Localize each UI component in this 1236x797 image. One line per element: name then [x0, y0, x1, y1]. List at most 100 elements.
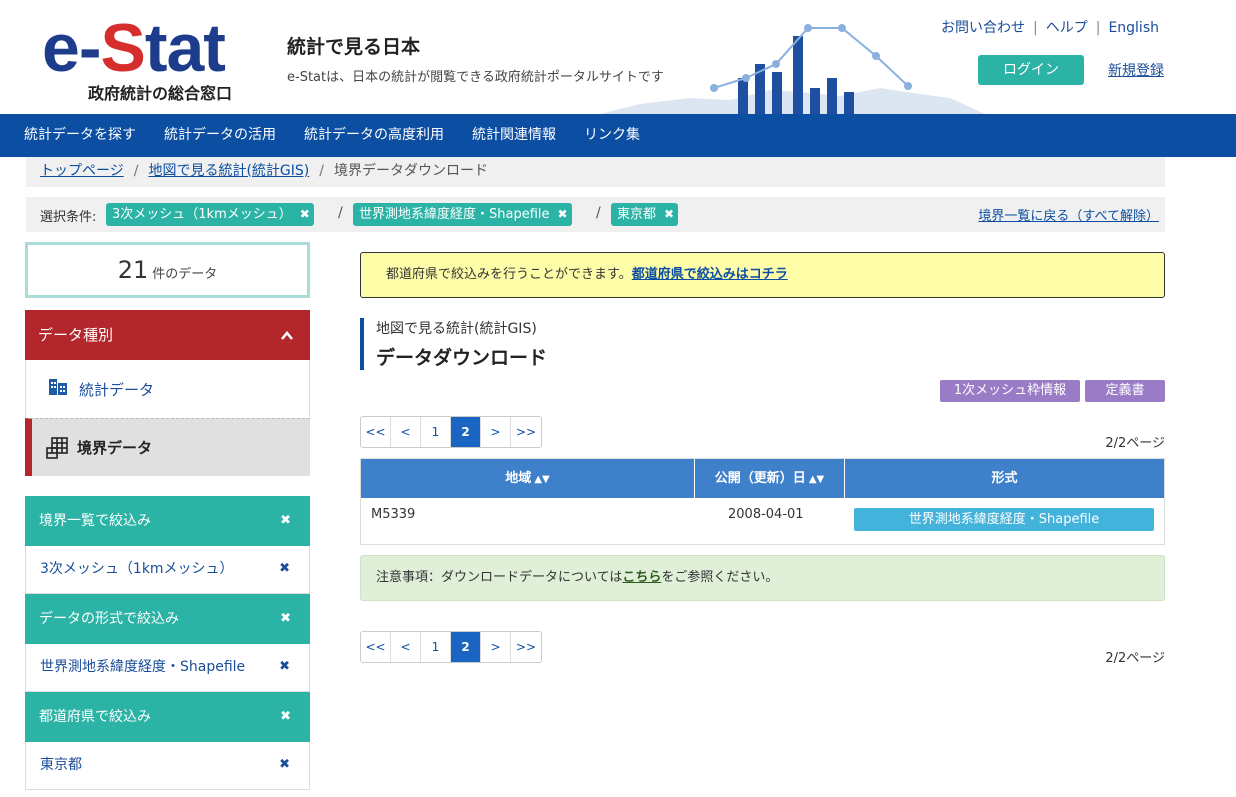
- caution-text: 注意事項：ダウンロードデータについては: [376, 570, 623, 585]
- filter-format-value[interactable]: 世界測地系緯度経度・Shapefile ✖: [25, 644, 310, 692]
- data-type-label: 境界データ: [77, 439, 153, 457]
- data-type-header[interactable]: データ種別: [25, 310, 310, 360]
- chip-label: 3次メッシュ（1kmメッシュ）: [112, 207, 292, 222]
- page-2[interactable]: 2: [451, 632, 481, 662]
- breadcrumb-separator: /: [133, 163, 139, 179]
- format-download-button[interactable]: 世界測地系緯度経度・Shapefile: [854, 508, 1154, 531]
- page-prev[interactable]: <: [391, 417, 421, 447]
- data-type-title: データ種別: [38, 326, 114, 344]
- site-title: 統計で見る日本: [287, 36, 421, 58]
- close-icon[interactable]: ✖: [300, 207, 310, 221]
- data-type-statistics[interactable]: 統計データ: [25, 360, 310, 417]
- cell-date: 2008-04-01: [728, 507, 804, 522]
- caution-text: をご参照ください。: [661, 570, 779, 585]
- pagination-top: << < 1 2 > >>: [360, 416, 542, 448]
- filter-title: データの形式で絞込み: [39, 611, 179, 627]
- nav-advanced-use[interactable]: 統計データの高度利用: [304, 114, 444, 157]
- separator: |: [1033, 20, 1038, 36]
- conditions-label: 選択条件:: [40, 210, 97, 225]
- pagination-bottom: << < 1 2 > >>: [360, 631, 542, 663]
- cell-region: M5339: [371, 507, 416, 522]
- data-type-boundary[interactable]: 境界データ: [25, 418, 310, 476]
- close-icon[interactable]: ✖: [279, 644, 290, 690]
- header-date[interactable]: 公開（更新）日 ▲▼: [695, 459, 845, 498]
- filter-boundary-header[interactable]: 境界一覧で絞込み ✖: [25, 496, 310, 546]
- english-link[interactable]: English: [1108, 20, 1159, 36]
- header-label: 形式: [991, 471, 1018, 486]
- page-first[interactable]: <<: [361, 417, 391, 447]
- page-next[interactable]: >: [481, 417, 511, 447]
- close-icon[interactable]: ✖: [279, 742, 290, 788]
- login-button[interactable]: ログイン: [978, 55, 1084, 85]
- header-label: 地域: [505, 471, 532, 486]
- page-1[interactable]: 1: [421, 632, 451, 662]
- back-to-list-link[interactable]: 境界一覧に戻る（すべて解除）: [978, 205, 1159, 224]
- register-link[interactable]: 新規登録: [1108, 60, 1164, 80]
- filter-title: 都道府県で絞込み: [39, 709, 151, 725]
- filter-value: 世界測地系緯度経度・Shapefile: [40, 659, 246, 675]
- logo-mark: e-Stat: [42, 10, 226, 86]
- breadcrumb-gis[interactable]: 地図で見る統計(統計GIS): [148, 163, 309, 179]
- caution-notice: 注意事項：ダウンロードデータについてはこちらをご参照ください。: [360, 555, 1165, 601]
- selected-conditions: 選択条件: 3次メッシュ（1kmメッシュ） ✖ / 世界測地系緯度経度・Shape…: [26, 197, 1165, 232]
- definition-tag[interactable]: 定義書: [1085, 380, 1165, 402]
- notice-link[interactable]: 都道府県で絞込みはコチラ: [632, 267, 788, 282]
- nav-related-info[interactable]: 統計関連情報: [472, 114, 556, 157]
- page-last[interactable]: >>: [511, 417, 541, 447]
- estat-logo[interactable]: e-Stat 政府統計の総合窓口: [42, 10, 242, 103]
- breadcrumb: トップページ / 地図で見る統計(統計GIS) / 境界データダウンロード: [26, 157, 1165, 187]
- header-format: 形式: [845, 459, 1164, 498]
- condition-chip-format[interactable]: 世界測地系緯度経度・Shapefile ✖: [353, 203, 572, 226]
- caution-link[interactable]: こちら: [622, 570, 661, 585]
- chip-label: 世界測地系緯度経度・Shapefile: [359, 207, 550, 222]
- nav-use-data[interactable]: 統計データの活用: [164, 114, 276, 157]
- close-icon[interactable]: ✖: [664, 207, 674, 221]
- condition-chip-prefecture[interactable]: 東京都 ✖: [611, 203, 679, 226]
- separator: |: [1095, 20, 1101, 36]
- page-2[interactable]: 2: [451, 417, 481, 447]
- close-icon[interactable]: ✖: [280, 496, 291, 546]
- filter-prefecture-header[interactable]: 都道府県で絞込み ✖: [25, 692, 310, 742]
- condition-chip-mesh[interactable]: 3次メッシュ（1kmメッシュ） ✖: [106, 203, 314, 226]
- main-nav: 統計データを探す 統計データの活用 統計データの高度利用 統計関連情報 リンク集: [0, 114, 1236, 157]
- nav-links[interactable]: リンク集: [584, 114, 640, 157]
- filter-format-header[interactable]: データの形式で絞込み ✖: [25, 594, 310, 644]
- page-next[interactable]: >: [481, 632, 511, 662]
- help-link[interactable]: ヘルプ: [1046, 20, 1088, 36]
- chip-label: 東京都: [617, 207, 657, 222]
- section-heading: 地図で見る統計(統計GIS) データダウンロード: [360, 318, 760, 370]
- sort-icon[interactable]: ▲▼: [809, 474, 824, 485]
- filter-boundary-value[interactable]: 3次メッシュ（1kmメッシュ） ✖: [25, 546, 310, 594]
- page-first[interactable]: <<: [361, 632, 391, 662]
- breadcrumb-separator: /: [319, 163, 324, 179]
- contact-link[interactable]: お問い合わせ: [941, 20, 1025, 36]
- logo-subtitle: 政府統計の総合窓口: [88, 84, 233, 103]
- header-label: 公開（更新）日: [714, 471, 806, 486]
- chip-separator: /: [596, 205, 601, 221]
- close-icon[interactable]: ✖: [280, 692, 291, 742]
- breadcrumb-current: 境界データダウンロード: [333, 163, 488, 179]
- top-links: お問い合わせ | ヘルプ | English: [941, 17, 1159, 37]
- filter-prefecture-value[interactable]: 東京都 ✖: [25, 742, 310, 790]
- nav-find-data[interactable]: 統計データを探す: [24, 114, 136, 157]
- page-last[interactable]: >>: [511, 632, 541, 662]
- table-header: 地域 ▲▼ 公開（更新）日 ▲▼ 形式: [361, 459, 1164, 498]
- section-subtitle: 地図で見る統計(統計GIS): [376, 321, 537, 337]
- page-title: データダウンロード: [376, 347, 548, 369]
- filter-title: 境界一覧で絞込み: [39, 513, 151, 529]
- close-icon[interactable]: ✖: [279, 546, 290, 592]
- count-unit: 件のデータ: [152, 267, 218, 282]
- notice-text: 都道府県で絞込みを行うことができます。: [386, 267, 632, 282]
- close-icon[interactable]: ✖: [558, 207, 568, 221]
- grid-icon: [46, 437, 68, 459]
- sort-icon[interactable]: ▲▼: [534, 474, 549, 485]
- mesh-info-tag[interactable]: 1次メッシュ枠情報: [940, 380, 1080, 402]
- header-region[interactable]: 地域 ▲▼: [361, 459, 695, 498]
- page-1[interactable]: 1: [421, 417, 451, 447]
- header-illustration: [600, 24, 985, 114]
- data-type-label: 統計データ: [79, 381, 155, 399]
- close-icon[interactable]: ✖: [280, 594, 291, 644]
- filter-value: 東京都: [40, 757, 82, 773]
- page-prev[interactable]: <: [391, 632, 421, 662]
- breadcrumb-top[interactable]: トップページ: [40, 163, 124, 179]
